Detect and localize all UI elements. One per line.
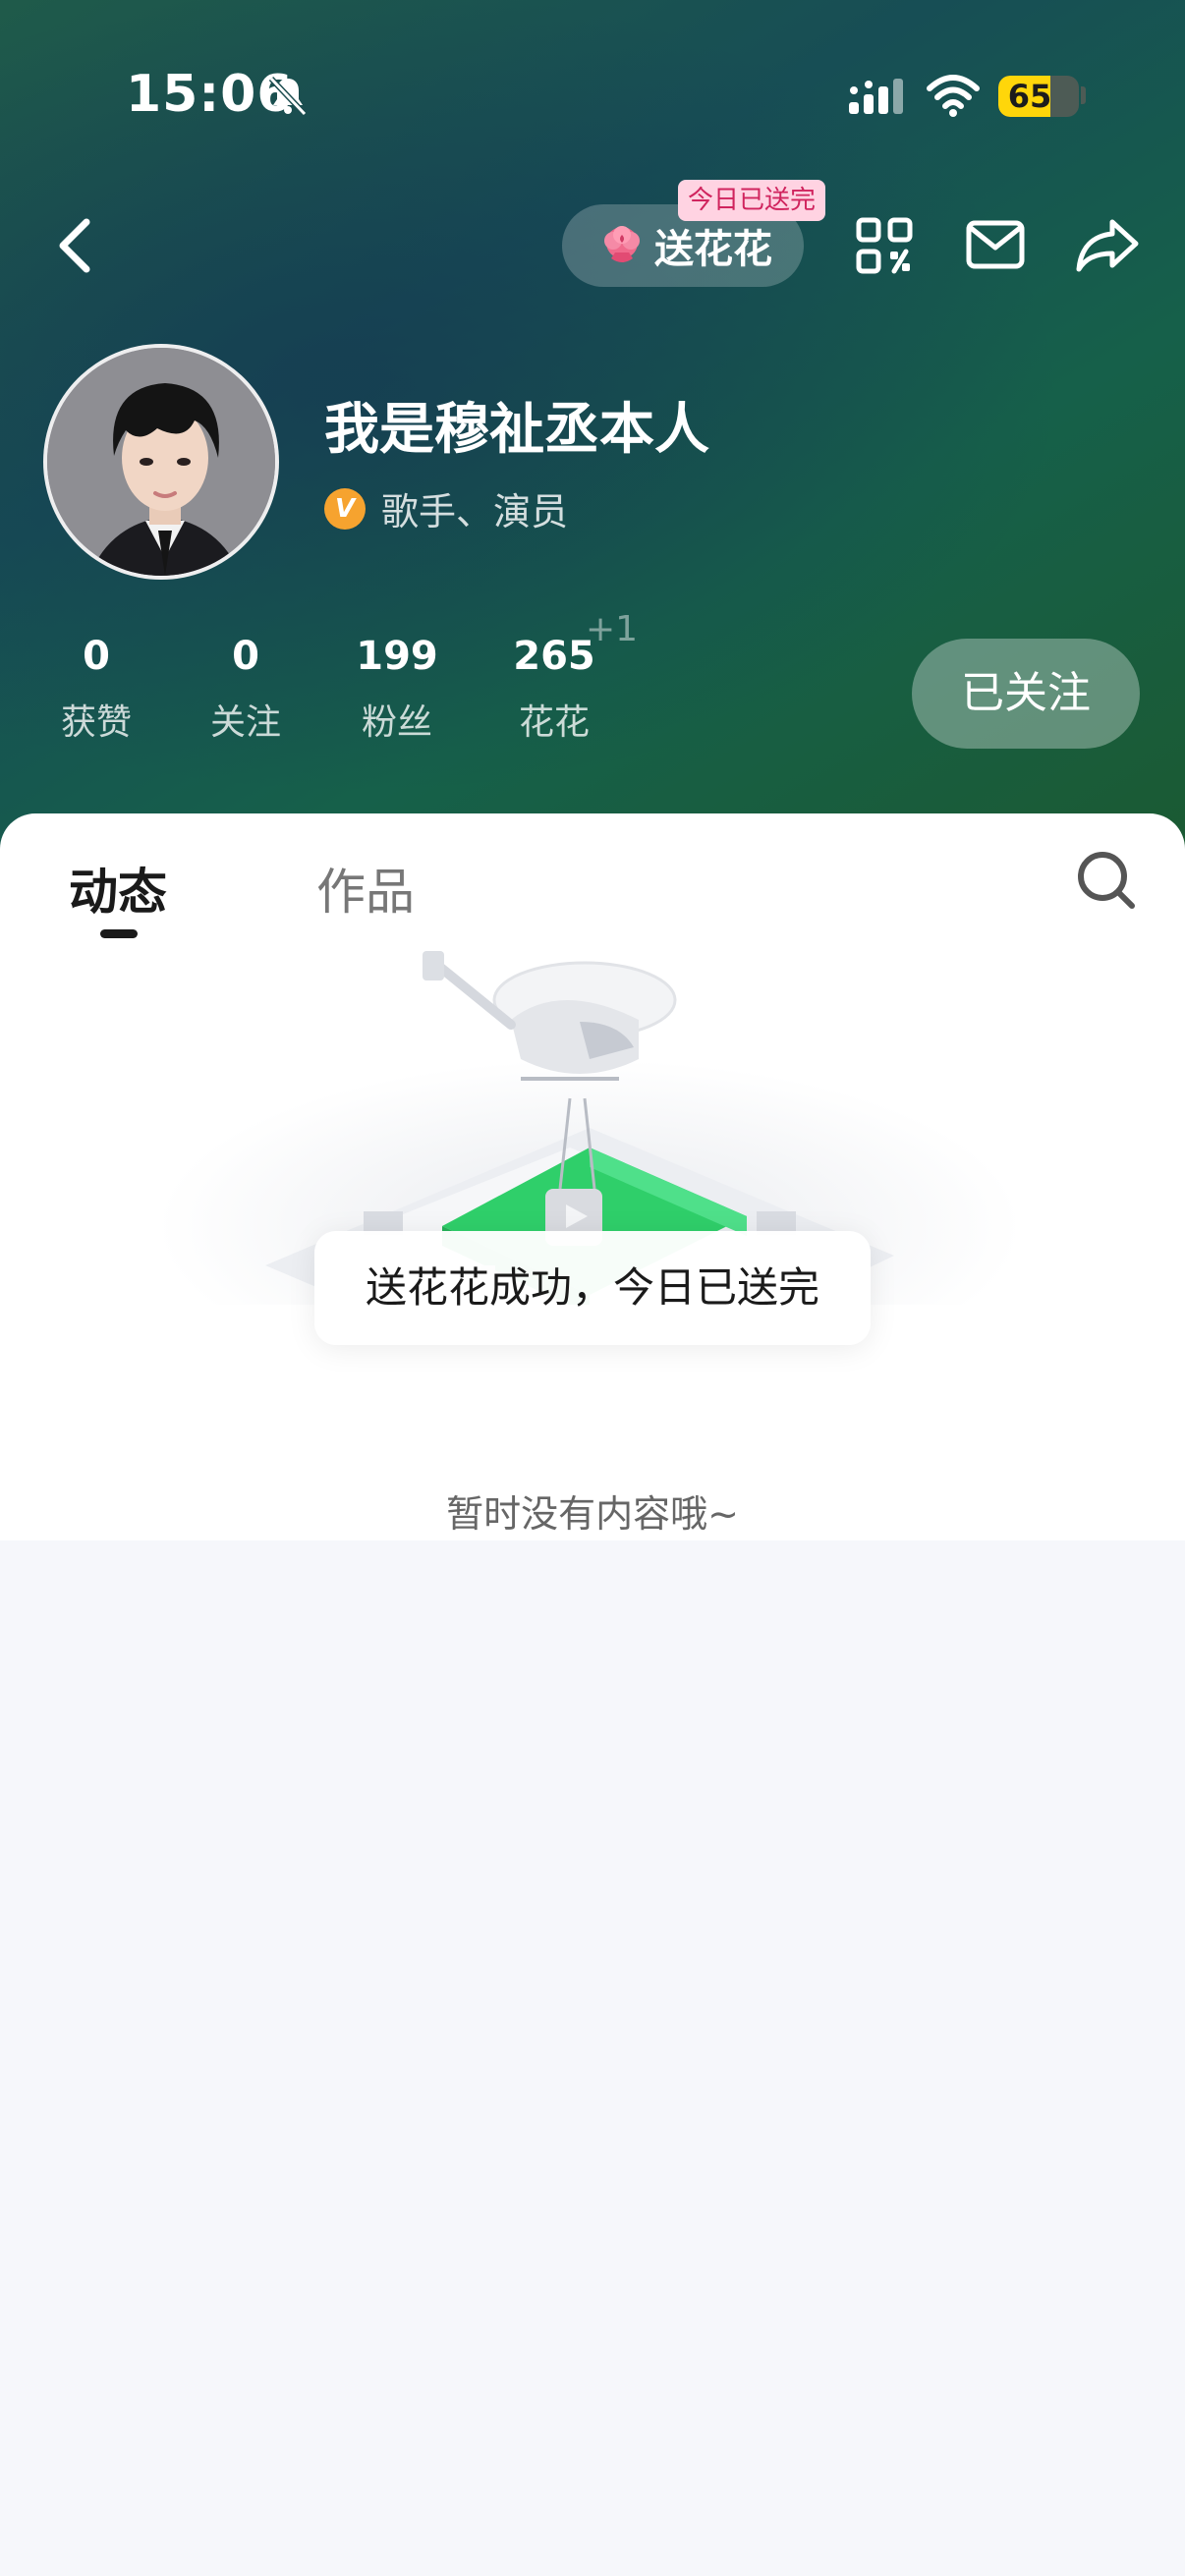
battery-tip xyxy=(1081,86,1086,104)
mail-icon[interactable] xyxy=(965,218,1026,271)
following-button[interactable]: 已关注 xyxy=(912,639,1140,749)
bell-slash-icon xyxy=(268,76,308,117)
stat-following[interactable]: 0 关注 xyxy=(187,629,305,745)
content-panel: 动态 作品 暂时没有内容哦~ xyxy=(0,813,1185,1540)
stat-label: 粉丝 xyxy=(361,702,432,743)
battery-level: 65 xyxy=(1007,78,1052,115)
tab-moments[interactable]: 动态 xyxy=(69,853,167,924)
profile-name: 我是穆祉丞本人 xyxy=(324,398,709,462)
avatar[interactable] xyxy=(43,344,279,580)
stats-row: 0 获赞 0 关注 199 粉丝 265 花花 +1 已关注 xyxy=(0,609,1185,766)
stat-value: 0 xyxy=(83,634,110,679)
battery-icon: 65 xyxy=(998,76,1079,117)
stat-fans[interactable]: 199 粉丝 xyxy=(338,629,456,745)
stat-value: 0 xyxy=(232,634,259,679)
avatar-portrait xyxy=(47,348,275,576)
share-icon[interactable] xyxy=(1075,216,1140,273)
stat-label: 关注 xyxy=(209,702,281,743)
chevron-left-icon[interactable] xyxy=(51,216,100,275)
empty-state-text: 暂时没有内容哦~ xyxy=(446,1492,739,1536)
flower-increment: +1 xyxy=(586,609,639,649)
active-tab-indicator xyxy=(100,929,138,938)
cellular-signal-icon xyxy=(849,79,903,114)
flower-sent-out-badge: 今日已送完 xyxy=(678,180,826,221)
qr-code-icon[interactable] xyxy=(855,216,914,275)
status-bar: 15:06 65 xyxy=(0,0,1185,196)
stat-label: 花花 xyxy=(518,702,590,743)
search-icon[interactable] xyxy=(1075,849,1138,912)
wifi-icon xyxy=(927,75,980,117)
verification-text: 歌手、演员 xyxy=(381,490,569,533)
stat-value: 199 xyxy=(356,634,438,679)
flower-icon xyxy=(604,226,640,262)
verification-row: V 歌手、演员 xyxy=(324,481,568,535)
stat-label: 获赞 xyxy=(60,702,132,743)
stat-likes[interactable]: 0 获赞 xyxy=(37,629,155,745)
tab-works[interactable]: 作品 xyxy=(316,853,415,924)
top-nav: 送花花 今日已送完 xyxy=(0,180,1185,305)
toast-message: 送花花成功，今日已送完 xyxy=(314,1231,871,1345)
send-flower-label: 送花花 xyxy=(654,227,772,272)
verified-v-icon: V xyxy=(324,487,366,530)
